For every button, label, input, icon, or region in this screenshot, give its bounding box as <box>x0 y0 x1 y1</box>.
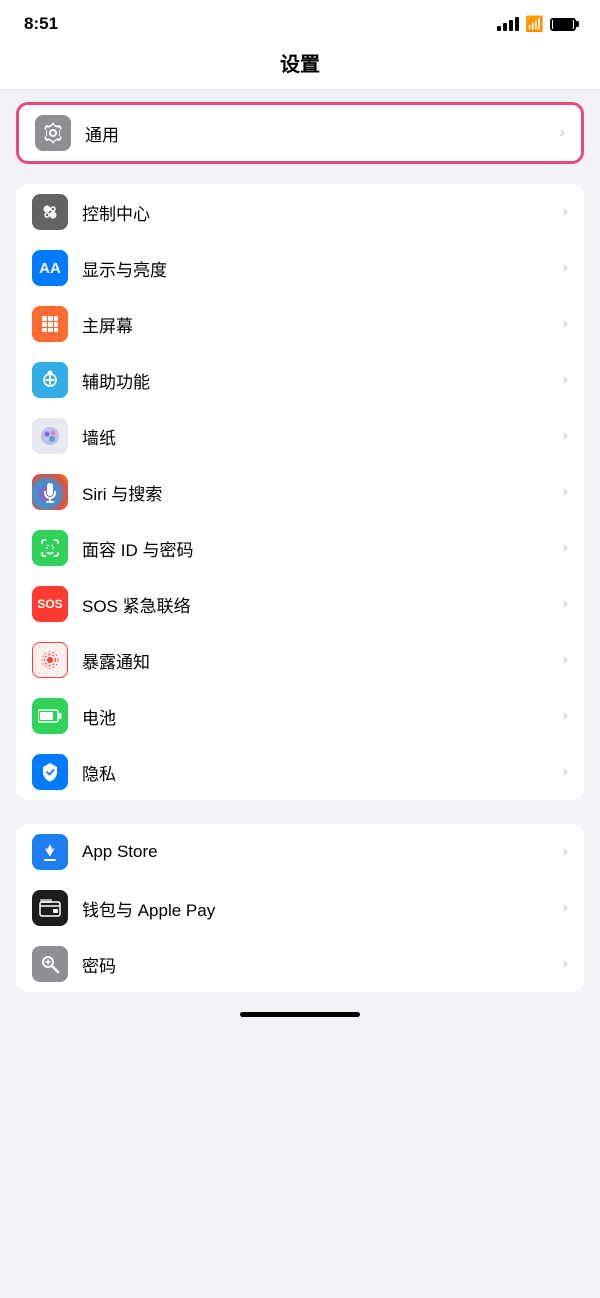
siri-icon <box>32 474 68 510</box>
wallpaper-label: 墙纸 <box>82 424 559 449</box>
appstore-icon <box>32 834 68 870</box>
display-icon: AA <box>32 250 68 286</box>
passwords-icon <box>32 946 68 982</box>
settings-item-accessibility[interactable]: 辅助功能 › <box>16 352 584 408</box>
wifi-icon: 📶 <box>525 15 544 33</box>
wallet-chevron: › <box>563 899 568 917</box>
display-label: 显示与亮度 <box>82 256 559 281</box>
passwords-label: 密码 <box>82 952 559 977</box>
section-general: 通用 › <box>16 102 584 164</box>
accessibility-label: 辅助功能 <box>82 368 559 393</box>
sos-icon: SOS <box>32 586 68 622</box>
home-indicator <box>240 1012 360 1017</box>
settings-item-faceid[interactable]: 面容 ID 与密码 › <box>16 520 584 576</box>
signal-icon <box>497 17 519 31</box>
battery-label: 电池 <box>82 704 559 729</box>
wallet-label: 钱包与 Apple Pay <box>82 896 559 921</box>
settings-item-wallet[interactable]: 钱包与 Apple Pay › <box>16 880 584 936</box>
settings-item-passwords[interactable]: 密码 › <box>16 936 584 992</box>
sos-chevron: › <box>563 595 568 613</box>
section-apps: App Store › 钱包与 Apple Pay › 密码 › <box>16 824 584 992</box>
exposure-icon <box>32 642 68 678</box>
faceid-label: 面容 ID 与密码 <box>82 536 559 561</box>
general-label: 通用 <box>85 121 556 146</box>
status-bar: 8:51 📶 <box>0 0 600 42</box>
settings-item-privacy[interactable]: 隐私 › <box>16 744 584 800</box>
general-icon <box>35 115 71 151</box>
control-center-icon <box>32 194 68 230</box>
privacy-chevron: › <box>563 763 568 781</box>
settings-item-siri[interactable]: Siri 与搜索 › <box>16 464 584 520</box>
accessibility-icon <box>32 362 68 398</box>
siri-label: Siri 与搜索 <box>82 480 559 505</box>
settings-item-control-center[interactable]: 控制中心 › <box>16 184 584 240</box>
wallpaper-icon <box>32 418 68 454</box>
status-icons: 📶 <box>497 15 576 33</box>
appstore-label: App Store <box>82 842 559 862</box>
settings-item-home-screen[interactable]: 主屏幕 › <box>16 296 584 352</box>
faceid-chevron: › <box>563 539 568 557</box>
settings-item-battery[interactable]: 电池 › <box>16 688 584 744</box>
settings-item-display[interactable]: AA 显示与亮度 › <box>16 240 584 296</box>
settings-item-exposure[interactable]: 暴露通知 › <box>16 632 584 688</box>
home-screen-label: 主屏幕 <box>82 312 559 337</box>
wallpaper-chevron: › <box>563 427 568 445</box>
wallet-icon <box>32 890 68 926</box>
accessibility-chevron: › <box>563 371 568 389</box>
display-chevron: › <box>563 259 568 277</box>
faceid-icon <box>32 530 68 566</box>
battery-icon <box>550 18 576 31</box>
general-chevron: › <box>560 124 565 142</box>
appstore-chevron: › <box>563 843 568 861</box>
section-system: 控制中心 › AA 显示与亮度 › 主屏幕 › <box>16 184 584 800</box>
exposure-chevron: › <box>563 651 568 669</box>
control-center-label: 控制中心 <box>82 200 559 225</box>
settings-item-general[interactable]: 通用 › <box>19 105 581 161</box>
settings-item-sos[interactable]: SOS SOS 紧急联络 › <box>16 576 584 632</box>
settings-item-appstore[interactable]: App Store › <box>16 824 584 880</box>
exposure-label: 暴露通知 <box>82 648 559 673</box>
control-center-chevron: › <box>563 203 568 221</box>
sos-label: SOS 紧急联络 <box>82 592 559 617</box>
page-title: 设置 <box>0 42 600 90</box>
privacy-label: 隐私 <box>82 760 559 785</box>
home-screen-icon <box>32 306 68 342</box>
privacy-icon <box>32 754 68 790</box>
battery-chevron: › <box>563 707 568 725</box>
siri-chevron: › <box>563 483 568 501</box>
home-indicator-area <box>0 992 600 1025</box>
home-screen-chevron: › <box>563 315 568 333</box>
settings-item-wallpaper[interactable]: 墙纸 › <box>16 408 584 464</box>
passwords-chevron: › <box>563 955 568 973</box>
battery-settings-icon <box>32 698 68 734</box>
status-time: 8:51 <box>24 14 58 34</box>
